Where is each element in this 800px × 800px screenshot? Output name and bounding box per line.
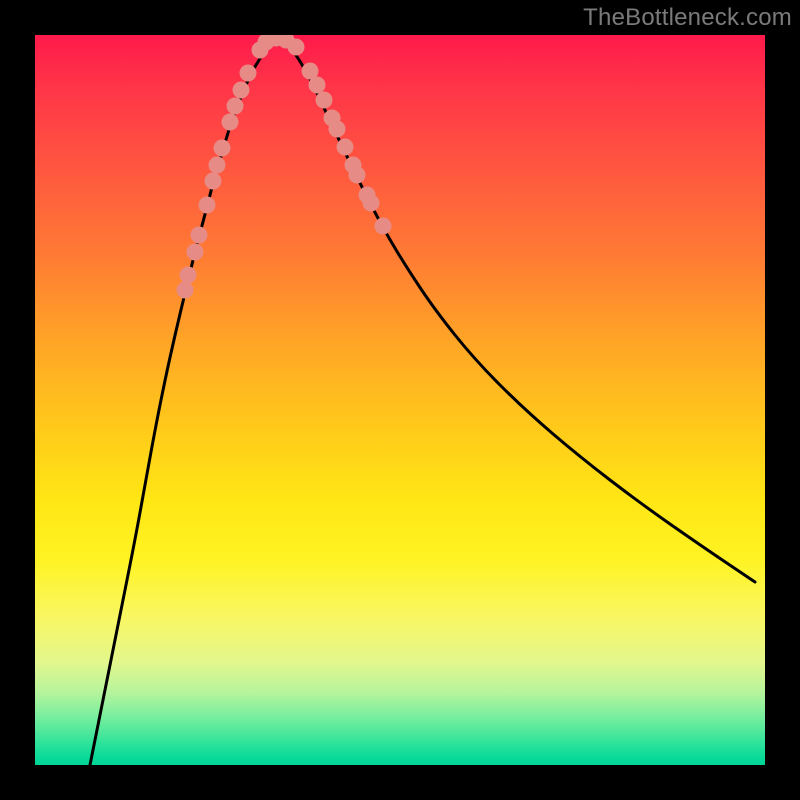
curve-right-curve (277, 39, 755, 582)
data-dot-left (227, 98, 244, 115)
chart-frame: TheBottleneck.com (0, 0, 800, 800)
data-dot-right (349, 167, 366, 184)
data-dot-left (191, 227, 208, 244)
data-dot-left (187, 244, 204, 261)
data-dot-right (309, 77, 326, 94)
plot-area (35, 35, 765, 765)
data-dot-right (316, 92, 333, 109)
data-dot-left (214, 140, 231, 157)
data-dot-left (180, 267, 197, 284)
curve-left-curve (90, 39, 277, 765)
data-dots-layer (177, 35, 392, 299)
data-dot-left (222, 114, 239, 131)
data-dot-left (205, 173, 222, 190)
curve-layer (90, 39, 755, 765)
data-dot-right (375, 218, 392, 235)
data-dot-right (337, 139, 354, 156)
data-dot-left (233, 82, 250, 99)
data-dot-left (209, 157, 226, 174)
data-dot-left (240, 65, 257, 82)
data-dot-right (329, 121, 346, 138)
data-dot-left (177, 282, 194, 299)
watermark-text: TheBottleneck.com (583, 4, 792, 32)
data-dot-left (199, 197, 216, 214)
data-dot-right (363, 195, 380, 212)
data-dot-bottom (288, 39, 305, 56)
chart-svg (35, 35, 765, 765)
